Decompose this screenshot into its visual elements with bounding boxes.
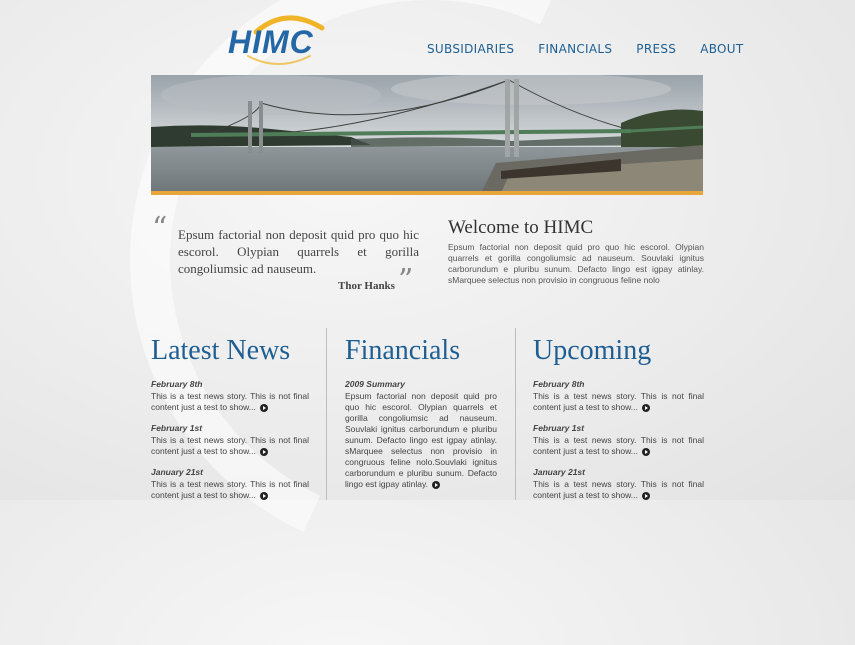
read-more-arrow-icon[interactable] — [642, 491, 651, 500]
upcoming-date: February 8th — [533, 379, 585, 389]
logo-text: HIMC — [228, 24, 314, 60]
quote-author: Thor Hanks — [338, 280, 395, 292]
financials-date: 2009 Summary — [345, 379, 406, 389]
upcoming-item: January 21st This is a test news story. … — [533, 467, 704, 501]
read-more-arrow-icon[interactable] — [260, 403, 269, 412]
read-more-arrow-icon[interactable] — [642, 447, 651, 456]
read-more-arrow-icon[interactable] — [642, 403, 651, 412]
latest-news-heading: Latest News — [151, 335, 291, 366]
quote-text: Epsum factorial non deposit quid pro quo… — [178, 227, 419, 276]
close-quote-icon: ” — [398, 263, 414, 298]
upcoming-column: Upcoming February 8th This is a test new… — [533, 335, 704, 511]
latest-news-column: Latest News February 8th This is a test … — [151, 335, 309, 511]
financials-text: Epsum factorial non deposit quid pro quo… — [345, 391, 497, 489]
news-item: February 1st This is a test news story. … — [151, 423, 309, 457]
upcoming-text: This is a test news story. This is not f… — [533, 479, 704, 500]
banner-accent-bar — [151, 191, 703, 195]
financials-heading: Financials — [345, 335, 461, 366]
column-divider — [326, 328, 327, 500]
nav-financials[interactable]: FINANCIALS — [538, 42, 612, 56]
news-text: This is a test news story. This is not f… — [151, 479, 309, 500]
upcoming-text: This is a test news story. This is not f… — [533, 435, 704, 456]
upcoming-item: February 1st This is a test news story. … — [533, 423, 704, 457]
nav-press[interactable]: PRESS — [636, 42, 676, 56]
upcoming-date: January 21st — [533, 467, 585, 477]
nav-subsidiaries[interactable]: SUBSIDIARIES — [427, 42, 514, 56]
welcome-title: Welcome to HIMC — [448, 217, 594, 238]
nav-about[interactable]: ABOUT — [700, 42, 743, 56]
news-text: This is a test news story. This is not f… — [151, 391, 309, 412]
read-more-arrow-icon[interactable] — [432, 480, 441, 489]
news-item: January 21st This is a test news story. … — [151, 467, 309, 501]
open-quote-icon: “ — [152, 211, 168, 246]
news-date: January 21st — [151, 467, 203, 477]
logo[interactable]: HIMC — [226, 10, 336, 66]
main-nav: SUBSIDIARIES FINANCIALS PRESS ABOUT — [427, 42, 743, 56]
upcoming-item: February 8th This is a test news story. … — [533, 379, 704, 413]
news-item: February 8th This is a test news story. … — [151, 379, 309, 413]
news-text: This is a test news story. This is not f… — [151, 435, 309, 456]
welcome-section: Welcome to HIMC Epsum factorial non depo… — [448, 217, 704, 286]
news-date: February 1st — [151, 423, 203, 433]
news-date: February 8th — [151, 379, 203, 389]
upcoming-text: This is a test news story. This is not f… — [533, 391, 704, 412]
read-more-arrow-icon[interactable] — [260, 491, 269, 500]
upcoming-date: February 1st — [533, 423, 585, 433]
bridge-banner-image — [151, 75, 703, 193]
financials-item: 2009 Summary Epsum factorial non deposit… — [345, 379, 497, 490]
upcoming-heading: Upcoming — [533, 335, 652, 366]
column-divider — [515, 328, 516, 500]
financials-column: Financials 2009 Summary Epsum factorial … — [345, 335, 497, 500]
read-more-arrow-icon[interactable] — [260, 447, 269, 456]
welcome-body: Epsum factorial non deposit quid pro quo… — [448, 242, 704, 285]
